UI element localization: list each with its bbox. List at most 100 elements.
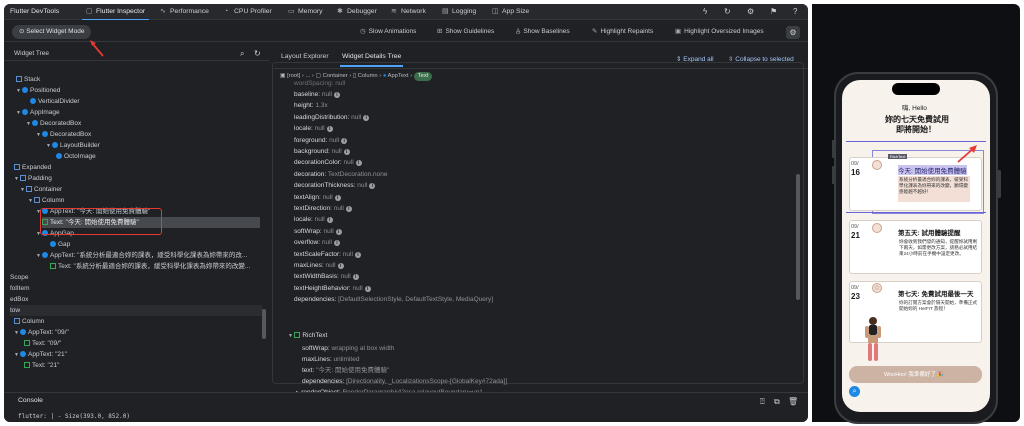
tree-row[interactable]: VerticalDivider <box>30 96 80 107</box>
info-icon[interactable]: i <box>337 263 344 269</box>
tree-row[interactable]: ▼ AppText: "系統分析最適合妳的課表，緩受科學化課表為妳帶來的改... <box>36 250 247 261</box>
tree-row[interactable]: ▼ Positioned <box>16 85 60 96</box>
tree-row[interactable]: ▼ AppImage <box>16 107 60 118</box>
feedback-icon[interactable]: ⚑ <box>770 4 777 20</box>
tree-scrollbar[interactable] <box>262 309 266 339</box>
tab-widget-details-tree[interactable]: Widget Details Tree <box>339 53 404 67</box>
tree-row[interactable]: OctoImage <box>56 151 96 162</box>
app-title: Flutter DevTools <box>10 8 60 15</box>
details-scrollbar[interactable] <box>796 174 800 300</box>
console-panel: Console ⍰ ⧉ 🗑 flutter: | - Size(393.0, 8… <box>4 392 808 422</box>
item-month: 09/ <box>851 285 859 291</box>
copy-icon[interactable]: ⧉ <box>774 397 780 407</box>
property-row: locale: null i <box>294 123 333 134</box>
info-icon[interactable]: i <box>364 285 371 292</box>
settings-icon[interactable]: ⚙ <box>747 4 754 20</box>
slow-animations-toggle[interactable]: ◷ Slow Animations <box>360 25 416 39</box>
tree-row[interactable]: ▼ LayoutBuilder <box>46 140 100 151</box>
info-icon[interactable]: i <box>343 149 350 155</box>
inspector-search-icon[interactable]: ⌕ <box>849 386 860 397</box>
info-icon[interactable]: i <box>326 217 333 224</box>
item-day: 21 <box>851 231 860 240</box>
tree-row[interactable]: Text: "系統分析最適合妳的課表，緩受科學化課表為妳帶來的改變... <box>50 261 250 272</box>
tree-row[interactable]: Text: "21" <box>24 360 59 371</box>
highlight-repaints-toggle[interactable]: ✎ Highlight Repaints <box>592 25 653 39</box>
search-icon[interactable]: ⌕ <box>240 49 244 59</box>
breadcrumb-item[interactable]: ▯ Column <box>353 73 378 79</box>
tree-row[interactable]: Text: "09/" <box>24 338 61 349</box>
info-icon[interactable]: i <box>341 137 348 144</box>
property-row: textHeightBehavior: null i <box>294 283 371 294</box>
item-month: 09/ <box>851 161 859 167</box>
logging-icon: ▤ <box>442 8 449 15</box>
tab-logging[interactable]: ▤ Logging <box>442 4 476 20</box>
info-icon[interactable]: i <box>352 274 359 281</box>
info-icon[interactable]: i <box>363 114 370 121</box>
delete-icon[interactable]: 🗑 <box>788 397 798 406</box>
tree-row[interactable]: ▼ Padding <box>14 173 52 184</box>
select-widget-mode-button[interactable]: ⊙ Select Widget Mode <box>12 25 92 39</box>
breadcrumb-item[interactable]: ● AppText <box>383 73 409 79</box>
item-title: 第五天: 試用體驗提醒 <box>898 230 961 237</box>
property-row: softWrap: wrapping at box width <box>302 345 395 352</box>
property-row: height: 1.3x <box>294 102 328 110</box>
tab-app-size[interactable]: ◫ App Size <box>492 4 529 20</box>
annotation-arrow-icon <box>957 145 977 163</box>
property-row: decoration: TextDecoration.none <box>294 170 388 178</box>
item-month: 09/ <box>851 224 859 230</box>
tree-row[interactable]: Stack <box>16 74 40 85</box>
dynamic-island <box>892 83 940 95</box>
help-icon[interactable]: ⍰ <box>760 397 765 407</box>
tree-row[interactable]: ▼ Container <box>20 184 62 195</box>
refresh-icon[interactable]: ↻ <box>254 49 261 58</box>
devtools-window: Flutter DevTools ▢ Flutter Inspector ∿ Per… <box>4 4 808 422</box>
info-icon[interactable]: i <box>326 126 333 133</box>
tree-row[interactable]: tow <box>10 305 262 316</box>
hot-restart-icon[interactable]: ↻ <box>724 4 731 20</box>
property-row: decorationColor: null i <box>294 157 362 168</box>
property-row: textAlign: null i <box>294 192 341 203</box>
info-icon[interactable]: i <box>345 206 352 212</box>
tree-row[interactable]: edBox <box>10 294 28 305</box>
tab-debugger[interactable]: ✱ Debugger <box>337 4 377 20</box>
tree-row[interactable]: ▼ Column <box>28 195 64 206</box>
tab-layout-explorer[interactable]: Layout Explorer <box>281 53 329 60</box>
tree-row[interactable]: Expanded <box>14 162 51 173</box>
tab-flutter-inspector[interactable]: ▢ Flutter Inspector <box>81 4 150 20</box>
tree-row[interactable]: ▼ DecoratedBox <box>26 118 81 129</box>
tree-row[interactable]: Gap <box>50 239 70 250</box>
richtext-row[interactable]: ▼ RichText <box>288 330 327 341</box>
network-icon: ≋ <box>391 8 397 15</box>
info-icon[interactable]: i <box>355 160 362 167</box>
gift-icon <box>872 160 882 170</box>
info-icon[interactable]: i <box>334 194 341 201</box>
item-body: 系統分析最適合妳的課表，緩受科學化課表為妳帶來的改變，願環變感能越不越好！ <box>899 177 968 194</box>
breadcrumb-current[interactable]: Text <box>413 72 433 81</box>
info-icon[interactable]: i <box>333 92 340 98</box>
tree-row[interactable]: ▼ DecoratedBox <box>36 129 91 140</box>
tree-row[interactable]: Column <box>14 316 44 327</box>
highlight-oversized-toggle[interactable]: ▣ Highlight Oversized Images <box>675 25 764 39</box>
greeting-text: 嗨, Hello <box>902 105 927 112</box>
info-icon[interactable]: i <box>354 251 361 258</box>
tree-row[interactable]: ▼ AppText: "21" <box>14 349 67 360</box>
show-guidelines-toggle[interactable]: ⊞ Show Guidelines <box>437 25 494 39</box>
tab-network[interactable]: ≋ Network <box>391 4 426 20</box>
info-icon[interactable]: i <box>333 240 340 247</box>
tree-row[interactable]: folItem <box>10 283 30 294</box>
tab-performance[interactable]: ∿ Performance <box>160 4 209 20</box>
tab-cpu-profiler[interactable]: ◔ CPU Profiler <box>224 4 272 20</box>
slow-animations-icon: ◷ <box>360 28 366 35</box>
tab-memory[interactable]: ▭ Memory <box>288 4 323 20</box>
inspector-settings-icon[interactable]: ⚙ <box>786 26 800 39</box>
info-icon[interactable]: i <box>369 183 376 190</box>
property-clipped: wordSpacing: null <box>294 80 346 87</box>
tree-row[interactable]: ▼ AppText: "09/" <box>14 327 69 338</box>
property-row: foreground: null i <box>294 135 348 146</box>
item-title: 第七天: 免費試用最後一天 <box>898 291 974 298</box>
hot-reload-icon[interactable]: ϟ <box>703 4 707 20</box>
help-icon[interactable]: ? <box>793 4 797 20</box>
tree-row[interactable]: Scope <box>10 272 28 283</box>
show-baselines-toggle[interactable]: A̲ Show Baselines <box>516 25 570 39</box>
info-icon[interactable]: i <box>335 228 342 235</box>
